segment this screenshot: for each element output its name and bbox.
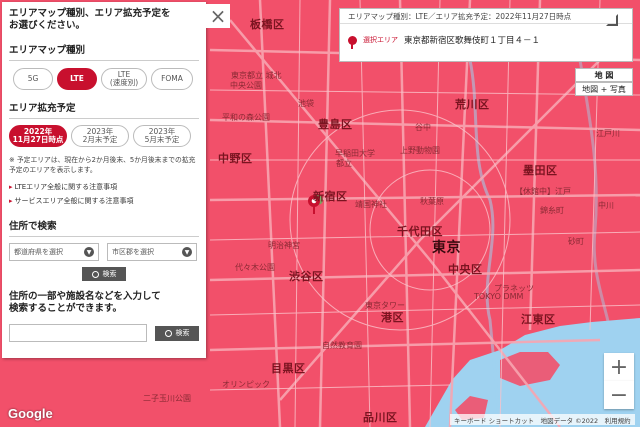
service-notes-link[interactable]: ▸ サービスエリア全般に関する注意事項 — [9, 196, 199, 206]
search-icon — [164, 329, 172, 337]
area-search-panel: エリアマップ種別、エリア拡充予定を お選びください。 エリアマップ種別 5G L… — [2, 2, 206, 358]
ward-label: 豊島区 — [318, 118, 353, 131]
expansion-note: ※ 予定エリアは、現在から2か月後末、5か月後末までの拡充予定のエリアを表示しま… — [9, 156, 196, 174]
city-label: 東京 — [432, 240, 461, 256]
ward-label: 目黒区 — [271, 362, 306, 375]
keyword-input[interactable] — [9, 324, 147, 342]
place-label: オリンピック — [222, 380, 270, 389]
satellite-view-button[interactable]: 地図 + 写真 — [575, 82, 633, 96]
prefecture-select[interactable]: 都道府県を選択 ▼ — [9, 243, 99, 261]
keyword-search-description: 住所の一部や施設名などを入力して 検索することができます。 — [9, 291, 161, 314]
divider — [9, 60, 199, 61]
city-select[interactable]: 市区郡を選択 ▼ — [107, 243, 197, 261]
chevron-down-icon: ▼ — [182, 247, 192, 257]
place-label: 明治神宮 — [268, 241, 300, 250]
map-type-5g-button[interactable]: 5G — [13, 68, 53, 90]
expansion-current-button[interactable]: 2022年 11月27日時点 — [9, 125, 67, 147]
ward-label: 墨田区 — [523, 164, 558, 177]
expansion-heading: エリア拡充予定 — [9, 103, 76, 114]
map-type-lte-button[interactable]: LTE — [57, 68, 97, 90]
fullscreen-icon[interactable] — [606, 14, 618, 26]
place-label: 江戸川 — [596, 129, 620, 138]
map-attribution[interactable]: キーボード ショートカット 地図データ ©2022 利用規約 — [450, 414, 635, 425]
divider — [9, 236, 199, 237]
panel-intro: エリアマップ種別、エリア拡充予定を お選びください。 — [9, 8, 171, 31]
ward-label: 品川区 — [363, 411, 398, 424]
place-label: 上野動物園 — [400, 146, 440, 155]
place-label: 秋葉原 — [420, 197, 444, 206]
keyword-search-button[interactable]: 検索 — [155, 325, 199, 341]
zoom-in-button[interactable]: + — [604, 353, 634, 381]
ward-label: 江東区 — [521, 313, 556, 326]
ward-label: 新宿区 — [313, 190, 348, 203]
ward-label: 板橋区 — [250, 18, 285, 31]
place-label: 錦糸町 — [540, 206, 564, 215]
ward-label: 中野区 — [218, 152, 253, 165]
ward-label: 荒川区 — [455, 98, 490, 111]
divider — [9, 118, 199, 119]
expansion-may-button[interactable]: 2023年 5月末予定 — [133, 125, 191, 147]
zoom-out-button[interactable]: − — [604, 381, 634, 409]
place-label: 池袋 — [298, 99, 314, 108]
search-icon — [91, 270, 99, 278]
google-logo: Google — [8, 406, 53, 421]
map-type-heading: エリアマップ種別 — [9, 45, 86, 56]
map-type-lte-speed-button[interactable]: LTE (速度別) — [101, 68, 147, 90]
place-label: 二子玉川公園 — [143, 394, 191, 403]
lte-notes-link[interactable]: ▸ LTEエリア全般に関する注意事項 — [9, 182, 199, 192]
ward-label: 渋谷区 — [289, 270, 324, 283]
map-type-foma-button[interactable]: FOMA — [151, 68, 193, 90]
place-label: 自然教育園 — [322, 341, 362, 350]
pin-icon — [348, 35, 357, 49]
place-label: 谷中 — [415, 123, 431, 132]
place-label: 代々木公園 — [235, 263, 275, 272]
info-title: エリアマップ種別：LTE／エリア拡充予定：2022年11月27日時点 — [340, 9, 632, 24]
arrow-icon: ▸ — [9, 183, 13, 191]
place-label: 中央公園 — [230, 81, 262, 90]
arrow-icon: ▸ — [9, 197, 13, 205]
close-icon: × — [209, 4, 227, 28]
close-panel-button[interactable]: × — [206, 4, 230, 28]
place-label: 都立 — [336, 159, 352, 168]
address-search-heading: 住所で検索 — [9, 221, 57, 232]
selection-info-box: エリアマップ種別：LTE／エリア拡充予定：2022年11月27日時点 選択エリア… — [339, 8, 633, 62]
selected-area-label: 選択エリア — [363, 36, 398, 44]
expansion-feb-button[interactable]: 2023年 2月末予定 — [71, 125, 129, 147]
place-label: 平和の森公園 — [222, 113, 270, 122]
place-label: 靖国神社 — [355, 200, 387, 209]
map-view-button[interactable]: 地 図 — [575, 68, 633, 82]
place-label: 【休館中】江戸 — [515, 187, 571, 196]
selected-address: 東京都新宿区歌舞伎町１丁目４－１ — [404, 36, 541, 46]
place-label: 砂町 — [568, 237, 584, 246]
place-label: 中川 — [598, 201, 614, 210]
place-label: 東京タワー — [365, 301, 405, 310]
ward-label: 港区 — [381, 311, 404, 324]
place-label: プラネッツ — [494, 284, 534, 293]
chevron-down-icon: ▼ — [84, 247, 94, 257]
ward-label: 中央区 — [448, 263, 483, 276]
address-search-button[interactable]: 検索 — [82, 267, 126, 281]
